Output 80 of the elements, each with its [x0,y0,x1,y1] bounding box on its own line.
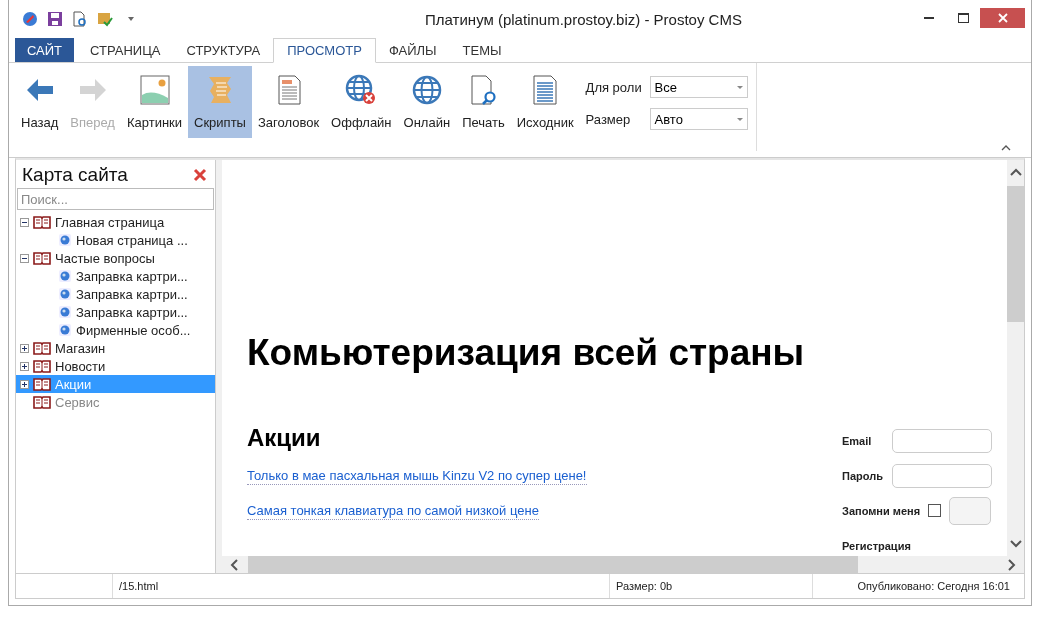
caret-icon [736,85,743,89]
register-link[interactable]: Регистрация [842,539,911,552]
dropdown-field[interactable]: Все [649,76,748,98]
toolbar-button[interactable]: Скрипты [188,66,252,138]
expand-icon[interactable] [20,343,29,353]
customize-menu-icon[interactable] [128,17,134,21]
password-label: Пароль [842,469,884,482]
image-icon [137,73,172,107]
web-page-icon [58,323,72,337]
web-page-icon [58,233,72,247]
preview-icon[interactable] [72,11,88,27]
ribbon-tab[interactable]: СТРАНИЦА [77,38,174,62]
book-icon [33,251,51,265]
save-icon[interactable] [47,11,63,27]
close-icon[interactable] [193,168,207,182]
toolbar-button[interactable]: Онлайн [397,66,457,138]
password-field[interactable] [892,463,992,488]
collapse-ribbon-icon[interactable] [1001,145,1011,151]
close-icon [997,13,1008,23]
expand-icon[interactable] [20,379,29,389]
window-title: Платинум (platinum.prostoy.biz) - Prostoy CMS [424,10,743,28]
article-link[interactable]: Только в мае пасхальная мышь Kinzu V2 по супер цене! [247,468,587,485]
web-page-icon [58,269,72,283]
tree-item[interactable]: Заправка картри... [16,267,215,285]
tree-item[interactable]: Фирменные особ... [16,321,215,339]
toolbar-button[interactable]: Оффлайн [325,66,398,138]
ribbon-tab[interactable]: ПРОСМОТР [273,38,376,63]
book-icon [33,377,51,391]
scroll-right-icon[interactable] [1008,558,1016,571]
dropdown-field[interactable]: Авто [649,108,748,130]
status-text: Размер: 0b [610,574,813,598]
tree-item[interactable]: Новости [16,357,215,375]
toolbar-button[interactable]: Заголовок [251,66,326,138]
book-icon [33,359,51,373]
ribbon-tab[interactable]: САЙТ [15,38,75,62]
minimize-icon [924,17,934,19]
status-text: Опубликовано: Сегодня 16:01 [856,579,1011,594]
collapse-icon[interactable] [20,253,29,263]
caret-icon [736,117,743,121]
field-label: Размер [585,111,632,127]
tree-item[interactable]: Заправка картри... [16,303,215,321]
search-field[interactable]: Поиск... [17,188,214,210]
toolbar-button[interactable]: Печать [456,66,511,138]
tree-item[interactable]: Магазин [16,339,215,357]
toolbar-button[interactable]: Назад [15,66,65,138]
field-label: Для роли [585,79,643,95]
article-link[interactable]: Самая тонкая клавиатура по самой низкой цене [247,503,539,520]
close-button[interactable] [980,8,1025,28]
remember-checkbox[interactable] [928,504,942,517]
toolbar-button[interactable]: Картинки [120,66,189,138]
email-label: Email [842,434,873,447]
maximize-icon [957,13,969,23]
toolbar-button[interactable]: Исходник [510,66,580,138]
tree-item[interactable]: Частые вопросы [16,249,215,267]
tree-item[interactable]: Новая страница ... [16,231,215,249]
status-text: /15.html [113,574,610,598]
collapse-icon[interactable] [20,217,29,227]
scroll-up-icon[interactable] [1009,168,1022,176]
ribbon-tab[interactable]: ТЕМЫ [449,38,515,62]
book-icon [33,215,51,229]
email-field[interactable] [892,428,992,453]
tree-item[interactable]: Заправка картри... [16,285,215,303]
publish-icon[interactable] [97,11,113,27]
book-icon [33,395,51,409]
web-page-icon [58,287,72,301]
tree-item[interactable]: Главная страница [16,213,215,231]
page-heading: Комьютеризация всей страны [247,332,806,374]
horizontal-scrollbar[interactable] [222,556,1024,573]
ribbon-tab[interactable]: СТРУКТУРА [173,38,274,62]
book-icon [33,341,51,355]
expand-icon[interactable] [20,361,29,371]
scroll-left-icon[interactable] [230,558,238,571]
web-page-icon [58,305,72,319]
remember-label: Запомни меня [842,504,921,517]
vertical-scrollbar[interactable] [1007,160,1024,556]
ribbon-tab[interactable]: ФАЙЛЫ [375,38,450,62]
scroll-down-icon[interactable] [1009,540,1022,548]
app-logo-icon[interactable] [22,11,38,27]
section-heading: Акции [247,424,321,452]
panel-title: Карта сайта [22,164,128,186]
